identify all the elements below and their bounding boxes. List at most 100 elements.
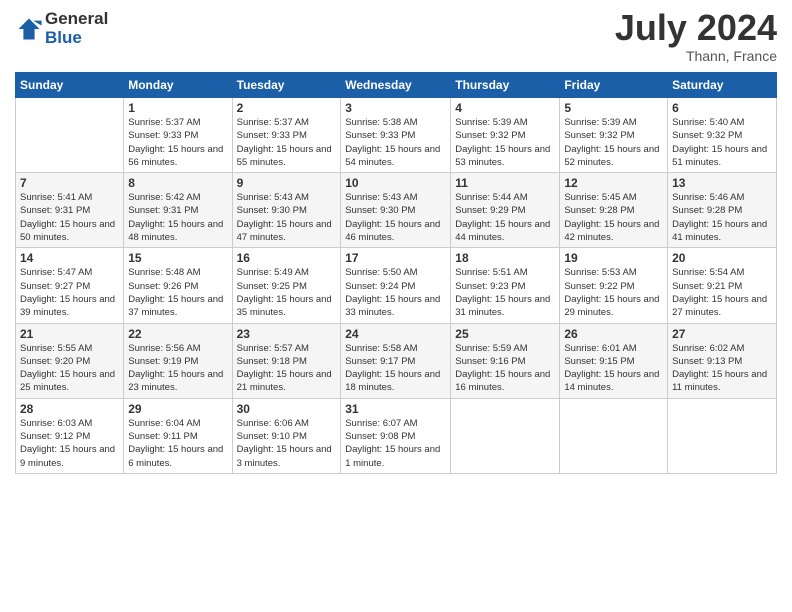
calendar-week-3: 14Sunrise: 5:47 AM Sunset: 9:27 PM Dayli… bbox=[16, 248, 777, 323]
day-header-monday: Monday bbox=[124, 73, 232, 98]
calendar-cell: 16Sunrise: 5:49 AM Sunset: 9:25 PM Dayli… bbox=[232, 248, 341, 323]
title-block: July 2024 Thann, France bbox=[615, 10, 777, 64]
day-info: Sunrise: 5:42 AM Sunset: 9:31 PM Dayligh… bbox=[128, 191, 227, 244]
day-number: 2 bbox=[237, 101, 337, 115]
calendar-week-4: 21Sunrise: 5:55 AM Sunset: 9:20 PM Dayli… bbox=[16, 323, 777, 398]
day-number: 27 bbox=[672, 327, 772, 341]
logo-icon bbox=[15, 15, 43, 43]
day-info: Sunrise: 5:39 AM Sunset: 9:32 PM Dayligh… bbox=[455, 116, 555, 169]
day-info: Sunrise: 5:55 AM Sunset: 9:20 PM Dayligh… bbox=[20, 342, 119, 395]
day-number: 26 bbox=[564, 327, 663, 341]
calendar-cell: 4Sunrise: 5:39 AM Sunset: 9:32 PM Daylig… bbox=[451, 98, 560, 173]
day-number: 19 bbox=[564, 251, 663, 265]
calendar-cell: 13Sunrise: 5:46 AM Sunset: 9:28 PM Dayli… bbox=[668, 173, 777, 248]
day-number: 16 bbox=[237, 251, 337, 265]
day-info: Sunrise: 6:07 AM Sunset: 9:08 PM Dayligh… bbox=[345, 417, 446, 470]
calendar-cell bbox=[560, 398, 668, 473]
day-number: 25 bbox=[455, 327, 555, 341]
day-number: 6 bbox=[672, 101, 772, 115]
calendar-cell: 7Sunrise: 5:41 AM Sunset: 9:31 PM Daylig… bbox=[16, 173, 124, 248]
day-header-tuesday: Tuesday bbox=[232, 73, 341, 98]
header: General Blue July 2024 Thann, France bbox=[15, 10, 777, 64]
calendar-cell: 20Sunrise: 5:54 AM Sunset: 9:21 PM Dayli… bbox=[668, 248, 777, 323]
day-info: Sunrise: 5:57 AM Sunset: 9:18 PM Dayligh… bbox=[237, 342, 337, 395]
calendar-week-5: 28Sunrise: 6:03 AM Sunset: 9:12 PM Dayli… bbox=[16, 398, 777, 473]
day-info: Sunrise: 5:49 AM Sunset: 9:25 PM Dayligh… bbox=[237, 266, 337, 319]
calendar-cell: 29Sunrise: 6:04 AM Sunset: 9:11 PM Dayli… bbox=[124, 398, 232, 473]
calendar-week-2: 7Sunrise: 5:41 AM Sunset: 9:31 PM Daylig… bbox=[16, 173, 777, 248]
day-number: 5 bbox=[564, 101, 663, 115]
day-info: Sunrise: 5:45 AM Sunset: 9:28 PM Dayligh… bbox=[564, 191, 663, 244]
calendar-cell: 5Sunrise: 5:39 AM Sunset: 9:32 PM Daylig… bbox=[560, 98, 668, 173]
calendar-cell: 23Sunrise: 5:57 AM Sunset: 9:18 PM Dayli… bbox=[232, 323, 341, 398]
day-number: 13 bbox=[672, 176, 772, 190]
day-number: 1 bbox=[128, 101, 227, 115]
day-info: Sunrise: 6:01 AM Sunset: 9:15 PM Dayligh… bbox=[564, 342, 663, 395]
calendar-cell: 31Sunrise: 6:07 AM Sunset: 9:08 PM Dayli… bbox=[341, 398, 451, 473]
calendar-table: SundayMondayTuesdayWednesdayThursdayFrid… bbox=[15, 72, 777, 474]
calendar-cell: 27Sunrise: 6:02 AM Sunset: 9:13 PM Dayli… bbox=[668, 323, 777, 398]
calendar-week-1: 1 Sunrise: 5:37 AM Sunset: 9:33 PM Daylig… bbox=[16, 98, 777, 173]
day-info: Sunrise: 5:46 AM Sunset: 9:28 PM Dayligh… bbox=[672, 191, 772, 244]
day-info: Sunrise: 5:38 AM Sunset: 9:33 PM Dayligh… bbox=[345, 116, 446, 169]
calendar-cell: 9Sunrise: 5:43 AM Sunset: 9:30 PM Daylig… bbox=[232, 173, 341, 248]
calendar-cell bbox=[16, 98, 124, 173]
day-header-thursday: Thursday bbox=[451, 73, 560, 98]
day-number: 3 bbox=[345, 101, 446, 115]
calendar-cell: 10Sunrise: 5:43 AM Sunset: 9:30 PM Dayli… bbox=[341, 173, 451, 248]
day-number: 20 bbox=[672, 251, 772, 265]
calendar-cell: 1Sunrise: 5:37 AM Sunset: 9:33 PM Daylig… bbox=[124, 98, 232, 173]
day-number: 24 bbox=[345, 327, 446, 341]
day-number: 18 bbox=[455, 251, 555, 265]
calendar-cell: 12Sunrise: 5:45 AM Sunset: 9:28 PM Dayli… bbox=[560, 173, 668, 248]
day-number: 23 bbox=[237, 327, 337, 341]
day-info: Sunrise: 6:04 AM Sunset: 9:11 PM Dayligh… bbox=[128, 417, 227, 470]
day-number: 7 bbox=[20, 176, 119, 190]
day-info: Sunrise: 5:43 AM Sunset: 9:30 PM Dayligh… bbox=[237, 191, 337, 244]
day-info: Sunrise: 5:51 AM Sunset: 9:23 PM Dayligh… bbox=[455, 266, 555, 319]
calendar-cell: 22Sunrise: 5:56 AM Sunset: 9:19 PM Dayli… bbox=[124, 323, 232, 398]
day-number: 22 bbox=[128, 327, 227, 341]
calendar-cell: 8Sunrise: 5:42 AM Sunset: 9:31 PM Daylig… bbox=[124, 173, 232, 248]
month-title: July 2024 bbox=[615, 10, 777, 46]
day-info: Sunrise: 5:58 AM Sunset: 9:17 PM Dayligh… bbox=[345, 342, 446, 395]
day-number: 31 bbox=[345, 402, 446, 416]
day-info: Sunrise: 5:47 AM Sunset: 9:27 PM Dayligh… bbox=[20, 266, 119, 319]
day-info: Sunrise: 5:37 AM Sunset: 9:33 PM Dayligh… bbox=[237, 116, 337, 169]
calendar-cell: 25Sunrise: 5:59 AM Sunset: 9:16 PM Dayli… bbox=[451, 323, 560, 398]
day-info: Sunrise: 6:03 AM Sunset: 9:12 PM Dayligh… bbox=[20, 417, 119, 470]
day-info: Sunrise: 5:56 AM Sunset: 9:19 PM Dayligh… bbox=[128, 342, 227, 395]
calendar-cell bbox=[451, 398, 560, 473]
day-info: Sunrise: 5:54 AM Sunset: 9:21 PM Dayligh… bbox=[672, 266, 772, 319]
calendar-header-row: SundayMondayTuesdayWednesdayThursdayFrid… bbox=[16, 73, 777, 98]
calendar-cell: 3Sunrise: 5:38 AM Sunset: 9:33 PM Daylig… bbox=[341, 98, 451, 173]
day-info: Sunrise: 5:59 AM Sunset: 9:16 PM Dayligh… bbox=[455, 342, 555, 395]
calendar-cell: 21Sunrise: 5:55 AM Sunset: 9:20 PM Dayli… bbox=[16, 323, 124, 398]
day-info: Sunrise: 5:43 AM Sunset: 9:30 PM Dayligh… bbox=[345, 191, 446, 244]
calendar-cell: 6Sunrise: 5:40 AM Sunset: 9:32 PM Daylig… bbox=[668, 98, 777, 173]
calendar-cell: 24Sunrise: 5:58 AM Sunset: 9:17 PM Dayli… bbox=[341, 323, 451, 398]
calendar-cell: 18Sunrise: 5:51 AM Sunset: 9:23 PM Dayli… bbox=[451, 248, 560, 323]
day-info: Sunrise: 5:39 AM Sunset: 9:32 PM Dayligh… bbox=[564, 116, 663, 169]
day-header-sunday: Sunday bbox=[16, 73, 124, 98]
day-number: 12 bbox=[564, 176, 663, 190]
logo: General Blue bbox=[15, 10, 108, 47]
calendar-cell bbox=[668, 398, 777, 473]
day-info: Sunrise: 5:50 AM Sunset: 9:24 PM Dayligh… bbox=[345, 266, 446, 319]
calendar-cell: 28Sunrise: 6:03 AM Sunset: 9:12 PM Dayli… bbox=[16, 398, 124, 473]
day-header-friday: Friday bbox=[560, 73, 668, 98]
day-info: Sunrise: 5:41 AM Sunset: 9:31 PM Dayligh… bbox=[20, 191, 119, 244]
day-info: Sunrise: 6:06 AM Sunset: 9:10 PM Dayligh… bbox=[237, 417, 337, 470]
calendar-cell: 19Sunrise: 5:53 AM Sunset: 9:22 PM Dayli… bbox=[560, 248, 668, 323]
day-info: Sunrise: 5:53 AM Sunset: 9:22 PM Dayligh… bbox=[564, 266, 663, 319]
logo-text: General Blue bbox=[45, 10, 108, 47]
day-number: 21 bbox=[20, 327, 119, 341]
calendar-cell: 2Sunrise: 5:37 AM Sunset: 9:33 PM Daylig… bbox=[232, 98, 341, 173]
day-header-wednesday: Wednesday bbox=[341, 73, 451, 98]
page: General Blue July 2024 Thann, France Sun… bbox=[0, 0, 792, 612]
calendar-cell: 11Sunrise: 5:44 AM Sunset: 9:29 PM Dayli… bbox=[451, 173, 560, 248]
day-number: 15 bbox=[128, 251, 227, 265]
day-number: 28 bbox=[20, 402, 119, 416]
day-header-saturday: Saturday bbox=[668, 73, 777, 98]
day-number: 10 bbox=[345, 176, 446, 190]
